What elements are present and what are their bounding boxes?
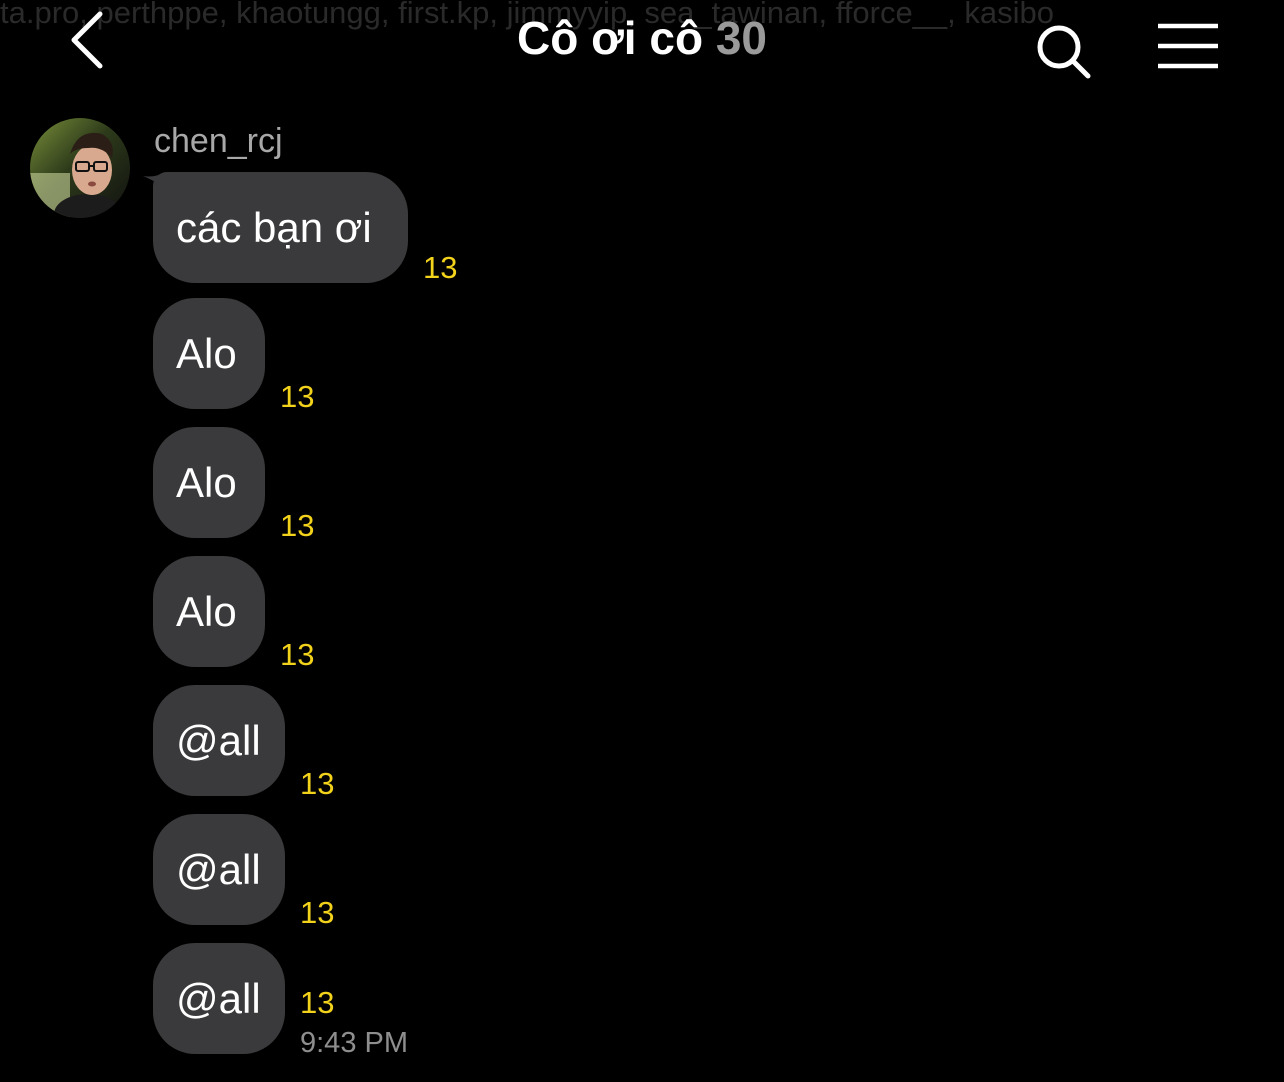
unread-count: 13 (300, 766, 335, 801)
message-text: Alo (176, 588, 237, 635)
unread-count: 13 (300, 895, 335, 930)
unread-count: 13 (423, 250, 458, 285)
message-bubble[interactable]: @all (153, 943, 285, 1054)
message-text: @all (176, 846, 261, 893)
unread-count: 13 (280, 508, 315, 543)
message-text: Alo (176, 459, 237, 506)
message-bubble[interactable]: @all (153, 685, 285, 796)
hamburger-menu-icon (1158, 23, 1218, 69)
message-bubble[interactable]: Alo (153, 298, 265, 409)
search-button[interactable] (1034, 22, 1094, 82)
unread-count: 13 (280, 637, 315, 672)
message-bubble[interactable]: Alo (153, 427, 265, 538)
chevron-left-icon (71, 11, 103, 69)
search-icon (1037, 25, 1091, 79)
message-text: Alo (176, 330, 237, 377)
message-bubble[interactable]: Alo (153, 556, 265, 667)
sender-name[interactable]: chen_rcj (154, 120, 283, 162)
member-count: 30 (715, 12, 767, 64)
back-button[interactable] (64, 6, 112, 70)
message-bubble[interactable]: @all (153, 814, 285, 925)
message-text: @all (176, 975, 261, 1022)
message-bubble[interactable]: các bạn ơi (153, 172, 408, 283)
unread-count: 13 (280, 379, 315, 414)
message-timestamp: 9:43 PM (300, 1027, 408, 1059)
profile-photo (30, 118, 130, 218)
message-text: @all (176, 717, 261, 764)
message-text: các bạn ơi (176, 204, 372, 251)
chat-header: Cô ơi cô 30 (0, 0, 1284, 80)
sender-avatar[interactable] (30, 118, 130, 218)
chat-name: Cô ơi cô (517, 12, 704, 64)
unread-count: 13 (300, 985, 335, 1020)
menu-button[interactable] (1156, 22, 1220, 72)
